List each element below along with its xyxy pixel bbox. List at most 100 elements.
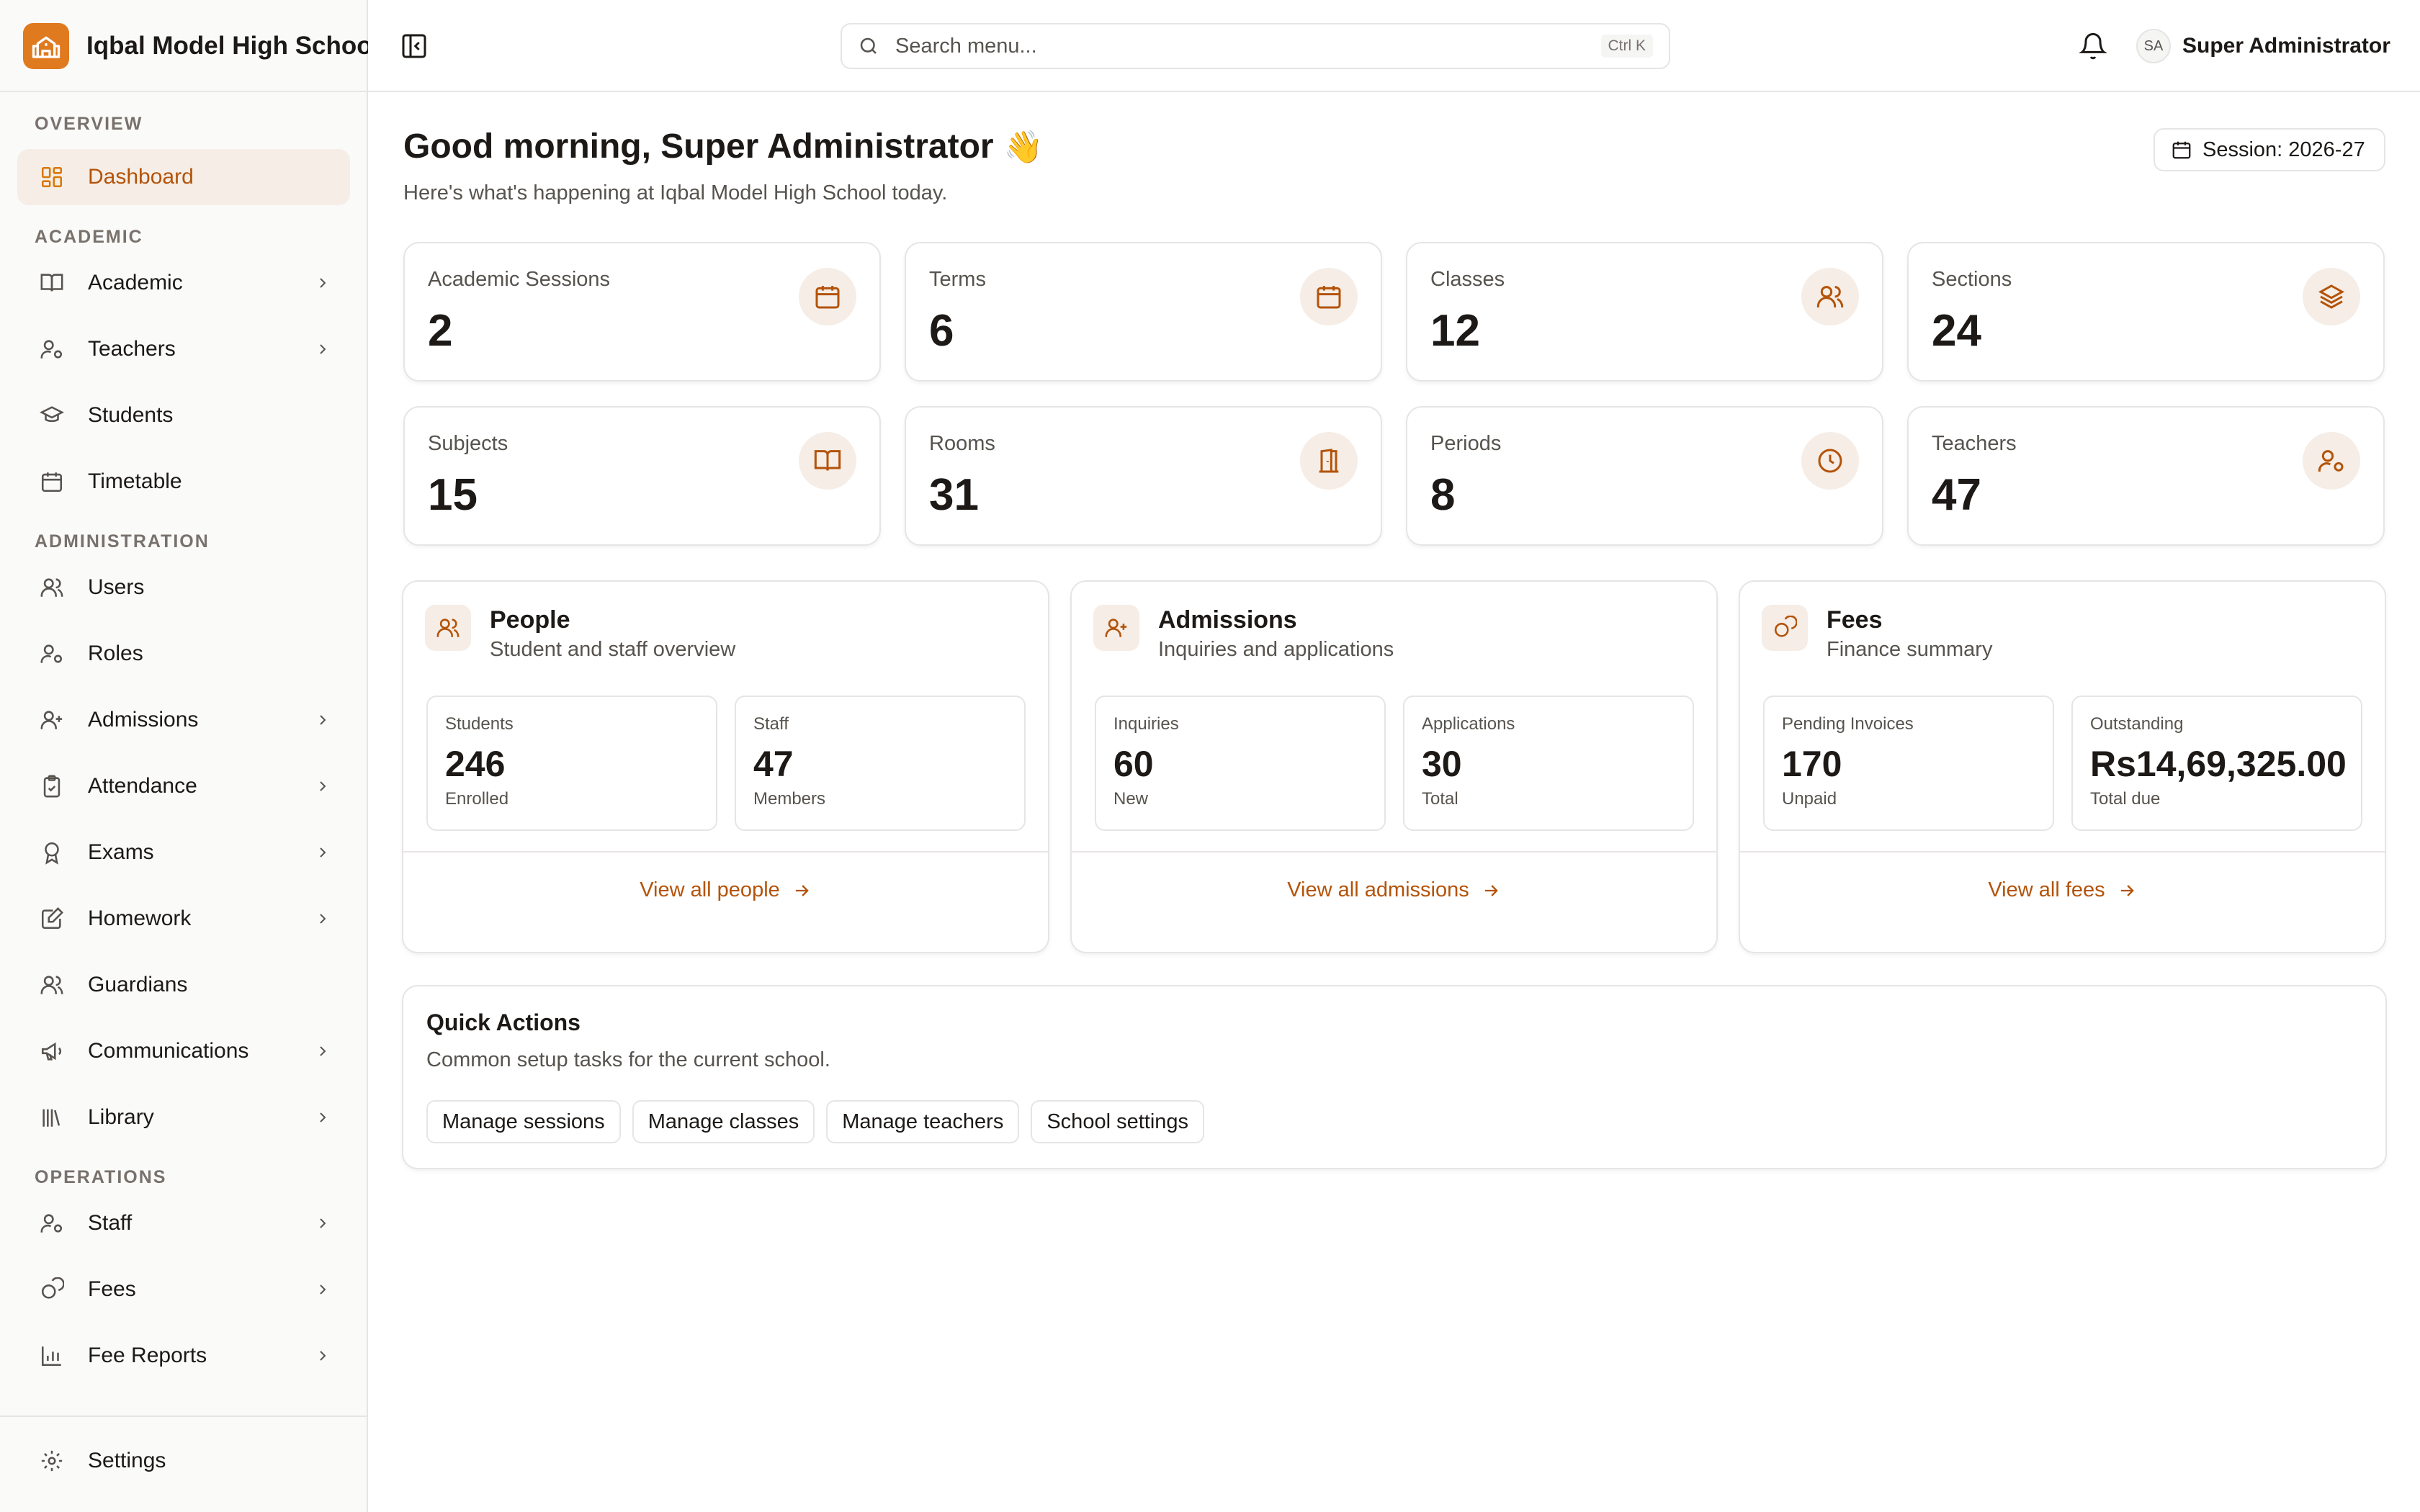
metric-value: 60 xyxy=(1113,744,1154,784)
sidebar-item-academic[interactable]: Academic xyxy=(17,255,350,311)
school-name: Iqbal Model High School xyxy=(86,32,380,60)
metric-note: Unpaid xyxy=(1782,789,1837,809)
search-input[interactable] xyxy=(895,34,1543,58)
chevron-right-icon xyxy=(314,1215,331,1232)
session-selector-button[interactable]: Session: 2026-27 xyxy=(2154,128,2385,171)
stat-card-rooms[interactable]: Rooms 31 xyxy=(905,406,1382,546)
sidebar-item-communications[interactable]: Communications xyxy=(17,1023,350,1079)
sidebar-toggle-button[interactable] xyxy=(400,32,429,60)
metric-label: Students xyxy=(445,714,514,734)
dashboard-icon xyxy=(39,164,65,190)
sidebar-item-staff[interactable]: Staff xyxy=(17,1195,350,1251)
sidebar-item-roles[interactable]: Roles xyxy=(17,626,350,682)
manage-sessions-button[interactable]: Manage sessions xyxy=(426,1100,621,1143)
stat-label: Subjects xyxy=(428,432,508,455)
chevron-right-icon xyxy=(314,778,331,795)
sidebar-item-label: Academic xyxy=(88,271,183,294)
sidebar-item-teachers[interactable]: Teachers xyxy=(17,321,350,377)
stat-card-terms[interactable]: Terms 6 xyxy=(905,242,1382,382)
metric-note: Total due xyxy=(2090,789,2161,809)
nav-group-label: Overview xyxy=(35,114,143,134)
edit-icon xyxy=(39,906,65,932)
metric-note: Members xyxy=(753,789,826,809)
chevron-right-icon xyxy=(314,1281,331,1298)
session-label: Session: 2026-27 xyxy=(2202,138,2365,161)
metric-label: Pending Invoices xyxy=(1782,714,1914,734)
clock-icon xyxy=(1801,432,1859,490)
divider xyxy=(403,851,1048,852)
chevron-right-icon xyxy=(314,341,331,358)
manage-classes-button[interactable]: Manage classes xyxy=(632,1100,815,1143)
view-all-admissions-link[interactable]: View all admissions xyxy=(1072,878,1716,902)
top-header: Ctrl K SA Super Administrator xyxy=(368,0,2420,92)
sidebar-item-exams[interactable]: Exams xyxy=(17,824,350,881)
sidebar-item-fees[interactable]: Fees xyxy=(17,1261,350,1318)
view-all-fees-link[interactable]: View all fees xyxy=(1740,878,2385,902)
sidebar-item-homework[interactable]: Homework xyxy=(17,891,350,947)
sidebar-item-label: Timetable xyxy=(88,469,182,493)
metric-value: 30 xyxy=(1422,744,1462,784)
metric-label: Inquiries xyxy=(1113,714,1179,734)
metric-label: Outstanding xyxy=(2090,714,2184,734)
user-cog-icon xyxy=(39,336,65,362)
stat-card-periods[interactable]: Periods 8 xyxy=(1406,406,1883,546)
sidebar-item-users[interactable]: Users xyxy=(17,559,350,616)
metric-value: Rs14,69,325.00 xyxy=(2090,744,2347,784)
link-text: View all fees xyxy=(1988,878,2105,901)
manage-teachers-button[interactable]: Manage teachers xyxy=(826,1100,1020,1143)
panel-title: People xyxy=(490,606,570,634)
brand[interactable]: Iqbal Model High School xyxy=(23,23,379,69)
nav-group-label: Administration xyxy=(35,531,210,552)
sidebar-item-guardians[interactable]: Guardians xyxy=(17,957,350,1013)
divider xyxy=(1072,851,1716,852)
metric-card-applications: Applications 30 Total xyxy=(1403,696,1694,831)
users-icon xyxy=(1801,268,1859,325)
layers-icon xyxy=(2303,268,2360,325)
users-icon xyxy=(39,972,65,998)
book-icon xyxy=(39,270,65,296)
page-title: Good morning, Super Administrator 👋 xyxy=(403,127,1043,166)
metric-value: 246 xyxy=(445,744,506,784)
coins-icon xyxy=(1762,605,1808,651)
sidebar-item-label: Users xyxy=(88,575,145,599)
metric-label: Staff xyxy=(753,714,789,734)
sidebar-item-dashboard[interactable]: Dashboard xyxy=(17,149,350,205)
sidebar-item-library[interactable]: Library xyxy=(17,1089,350,1146)
user-menu[interactable]: SA Super Administrator xyxy=(2136,29,2390,63)
stat-card-classes[interactable]: Classes 12 xyxy=(1406,242,1883,382)
sidebar-item-timetable[interactable]: Timetable xyxy=(17,454,350,510)
stat-value: 47 xyxy=(1932,470,1981,520)
award-icon xyxy=(39,840,65,865)
fees-panel: Fees Finance summary Pending Invoices 17… xyxy=(1739,580,2386,953)
sidebar-item-label: Communications xyxy=(88,1039,249,1063)
stat-card-subjects[interactable]: Subjects 15 xyxy=(403,406,881,546)
stat-label: Terms xyxy=(929,268,986,291)
sidebar-item-fee-reports[interactable]: Fee Reports xyxy=(17,1328,350,1384)
users-icon xyxy=(425,605,471,651)
sidebar-item-attendance[interactable]: Attendance xyxy=(17,758,350,814)
chevron-right-icon xyxy=(314,274,331,292)
sidebar-item-students[interactable]: Students xyxy=(17,387,350,444)
user-cog-icon xyxy=(39,641,65,667)
sidebar-item-settings[interactable]: Settings xyxy=(17,1433,351,1489)
stat-card-academic-sessions[interactable]: Academic Sessions 2 xyxy=(403,242,881,382)
notifications-button[interactable] xyxy=(2079,32,2107,60)
user-cog-icon xyxy=(2303,432,2360,490)
user-plus-icon xyxy=(39,707,65,733)
book-open-icon xyxy=(799,432,856,490)
stat-card-sections[interactable]: Sections 24 xyxy=(1907,242,2385,382)
chevron-right-icon xyxy=(314,1043,331,1060)
stat-label: Periods xyxy=(1430,432,1502,455)
view-all-people-link[interactable]: View all people xyxy=(403,878,1048,902)
search-box[interactable]: Ctrl K xyxy=(841,23,1670,69)
stat-label: Rooms xyxy=(929,432,995,455)
sidebar-footer: Settings xyxy=(0,1416,368,1489)
link-text: View all admissions xyxy=(1287,878,1469,901)
calendar-icon xyxy=(1300,268,1358,325)
stat-card-teachers[interactable]: Teachers 47 xyxy=(1907,406,2385,546)
sidebar-item-label: Teachers xyxy=(88,337,176,361)
bar-chart-icon xyxy=(39,1343,65,1369)
school-settings-button[interactable]: School settings xyxy=(1031,1100,1205,1143)
stat-value: 6 xyxy=(929,306,954,356)
sidebar-item-admissions[interactable]: Admissions xyxy=(17,692,350,748)
